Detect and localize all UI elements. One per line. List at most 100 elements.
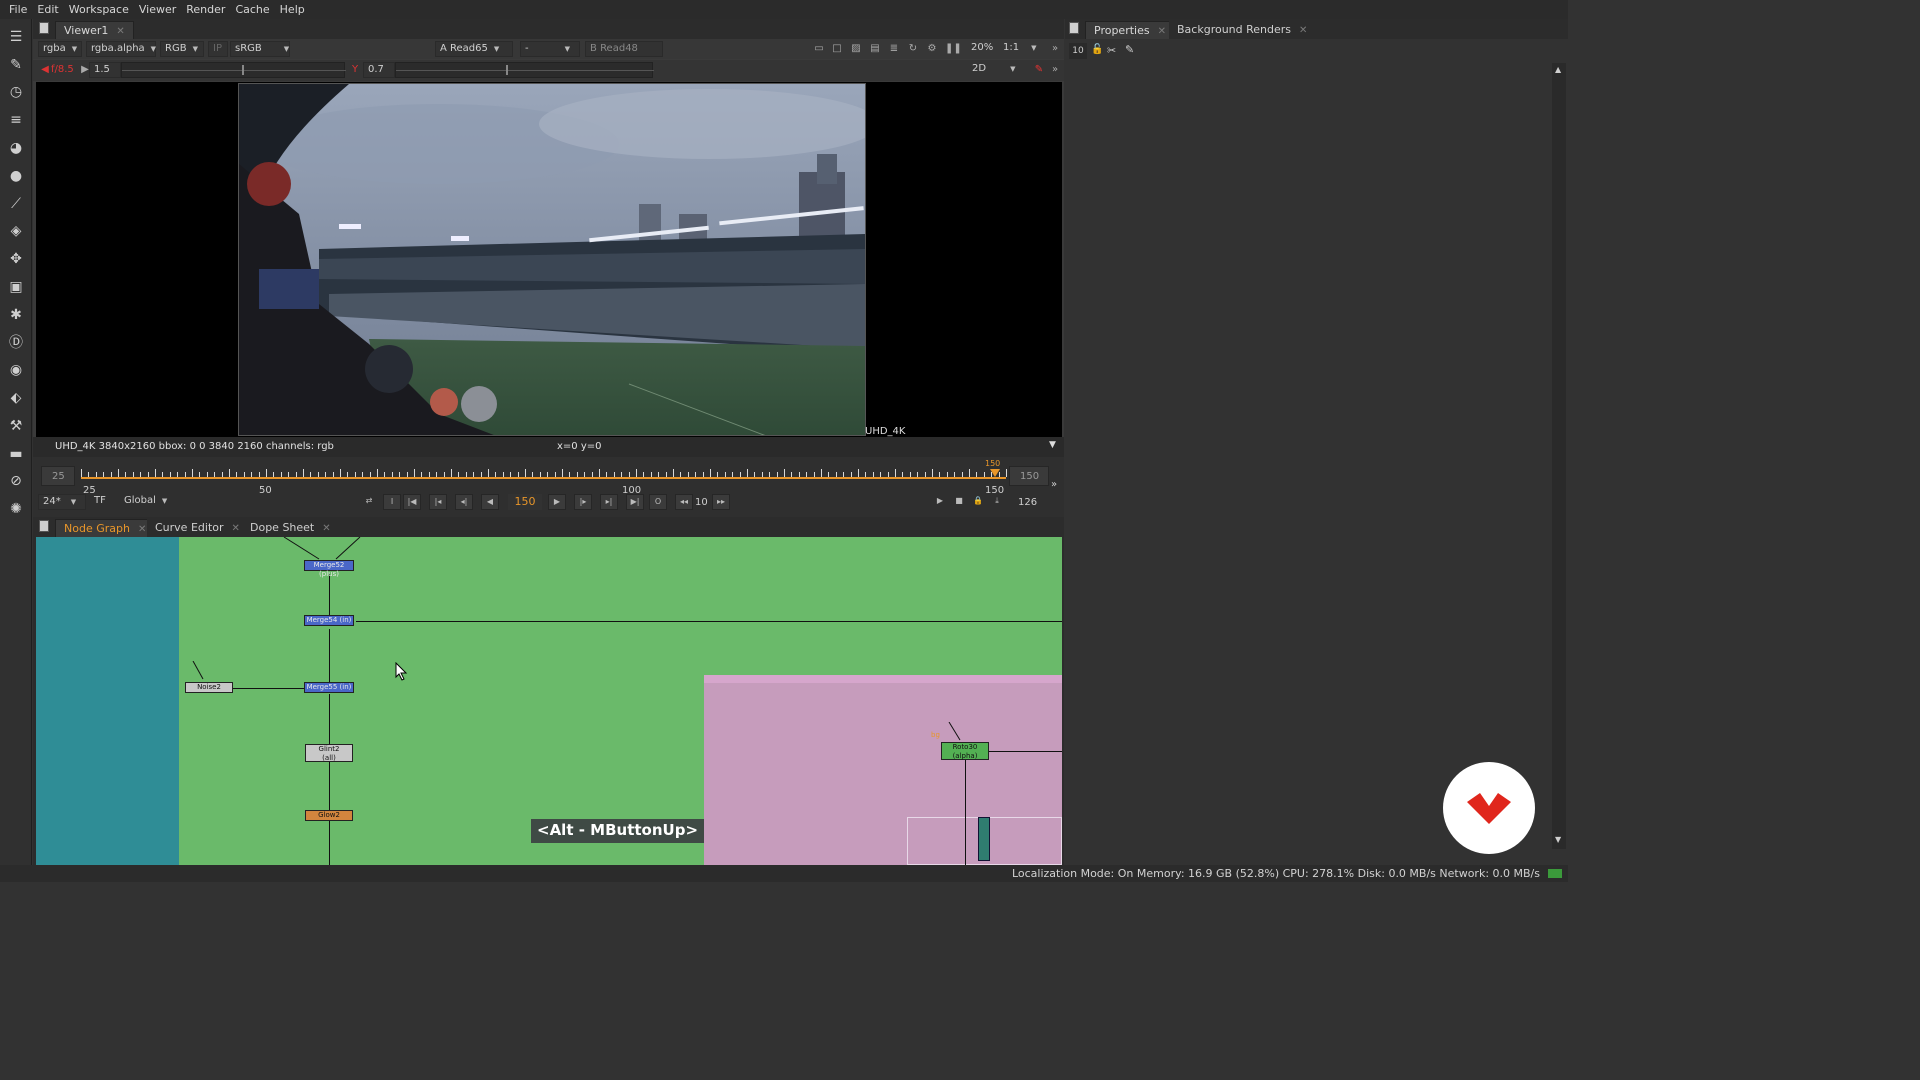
color-picker-icon[interactable]: ✎ [1033, 64, 1045, 75]
input-b-dropdown[interactable]: B Read48 [585, 41, 663, 57]
compare-mode-dropdown[interactable]: - ▼ [520, 41, 580, 57]
clock-icon[interactable]: ◷ [6, 82, 26, 102]
lock-icon[interactable]: 🔒 [969, 494, 987, 510]
node-roto30[interactable]: Roto30 (alpha) [941, 742, 989, 760]
menu-viewer[interactable]: Viewer [134, 3, 181, 16]
channels-dropdown[interactable]: rgba ▼ [38, 41, 82, 57]
tf-dropdown[interactable]: TF [90, 494, 116, 510]
input-a-dropdown[interactable]: A Read65 ▼ [435, 41, 513, 57]
keyer-icon[interactable]: ⟋ [6, 194, 26, 214]
lut-dropdown[interactable]: sRGB ▼ [230, 41, 290, 57]
loop-icon[interactable]: ⇄ [360, 494, 378, 510]
chevron-down-icon[interactable]: ▼ [1555, 835, 1561, 844]
menu-workspace[interactable]: Workspace [64, 3, 134, 16]
viewer-tools-icon[interactable]: ☰ [6, 27, 26, 47]
metadata-icon[interactable]: ⬖ [6, 388, 26, 408]
tab-dope-sheet[interactable]: Dope Sheet ✕ [242, 519, 339, 537]
views-icon[interactable]: ◉ [6, 360, 26, 380]
paint-brush-icon[interactable]: ✎ [6, 55, 26, 75]
tab-node-graph[interactable]: Node Graph ✕ [55, 519, 156, 537]
last-frame-button[interactable]: ▶| [626, 494, 644, 510]
node-merge55[interactable]: Merge55 (in) [304, 682, 354, 693]
close-icon[interactable]: ✕ [138, 524, 146, 535]
expand-icon[interactable]: » [1051, 479, 1057, 490]
deep-icon[interactable]: Ⓓ [6, 332, 26, 352]
flipbook-icon[interactable]: ▶ [931, 494, 949, 510]
3d-cube-icon[interactable]: ▣ [6, 277, 26, 297]
play-forward-button[interactable]: ▶ [548, 494, 566, 510]
menu-edit[interactable]: Edit [32, 3, 63, 16]
pane-menu-icon[interactable] [39, 22, 49, 34]
roi-icon[interactable]: ▭ [813, 43, 825, 54]
fstop-toggle-icon[interactable]: ◀ [39, 64, 51, 75]
out-point-button[interactable]: O [649, 494, 667, 510]
node-merge52[interactable]: Merge52 (plus) [304, 560, 354, 578]
alpha-channel-dropdown[interactable]: rgba.alpha ▼ [86, 41, 156, 57]
download-icon[interactable]: ⤓ [988, 494, 1006, 510]
gamma-slider-handle[interactable] [506, 65, 508, 75]
gain-slider[interactable] [121, 62, 346, 78]
node-glow2[interactable]: Glow2 [305, 810, 353, 821]
menu-help[interactable]: Help [275, 3, 310, 16]
ip-button[interactable]: IP [208, 41, 228, 57]
max-panels-field[interactable]: 10 [1069, 43, 1087, 59]
pane-menu-icon[interactable] [1069, 22, 1079, 34]
play-backward-button[interactable]: ◀ [481, 494, 499, 510]
lock-icon[interactable]: 🔓 [1091, 44, 1103, 55]
expand-icon[interactable]: » [1049, 43, 1061, 54]
end-frame-field[interactable]: 150 [1009, 466, 1049, 486]
properties-scrollbar[interactable]: ▲ ▼ [1552, 63, 1566, 849]
start-frame-field[interactable]: 25 [41, 466, 75, 486]
filter-circle-icon[interactable]: ● [6, 166, 26, 186]
next-keyframe-button[interactable]: ▸| [600, 494, 618, 510]
node-merge54[interactable]: Merge54 (in) [304, 615, 354, 626]
menu-render[interactable]: Render [181, 3, 230, 16]
next-frame-button[interactable]: |▸ [574, 494, 592, 510]
close-icon[interactable]: ✕ [116, 26, 124, 37]
proxy-dropdown[interactable]: 1:1 ▼ [999, 41, 1043, 57]
color-wheel-icon[interactable]: ◕ [6, 138, 26, 158]
transform-icon[interactable]: ✥ [6, 249, 26, 269]
range-mode-dropdown[interactable]: Global ▼ [120, 494, 174, 510]
tab-viewer1[interactable]: Viewer1 ✕ [55, 21, 134, 39]
node-collapsed-stack[interactable] [978, 817, 990, 861]
zoom-dropdown[interactable]: 20% [967, 41, 997, 57]
current-frame-field[interactable]: 150 [508, 494, 542, 510]
frame-slider[interactable]: 150 [81, 459, 1007, 483]
pane-menu-icon[interactable] [39, 520, 49, 532]
skip-back-button[interactable]: ◂◂ [675, 494, 693, 510]
backdrop-teal[interactable] [36, 537, 179, 865]
gain-slider-handle[interactable] [242, 65, 244, 75]
tab-curve-editor[interactable]: Curve Editor ✕ [147, 519, 248, 537]
node-graph-canvas[interactable]: Merge52 (plus) Merge54 (in) Merge55 (in)… [36, 537, 1062, 865]
menu-cache[interactable]: Cache [230, 3, 274, 16]
close-icon[interactable]: ✕ [322, 523, 330, 534]
in-point-button[interactable]: I [383, 494, 401, 510]
close-icon[interactable]: ✕ [1158, 26, 1166, 37]
wipe-icon[interactable]: ▨ [850, 43, 862, 54]
prev-frame-button[interactable]: ◂| [455, 494, 473, 510]
display-mode-dropdown[interactable]: RGB ▼ [160, 41, 204, 57]
layers-icon[interactable]: ◈ [6, 221, 26, 241]
tab-background-renders[interactable]: Background Renders ✕ [1169, 21, 1316, 39]
close-icon[interactable]: ✕ [232, 523, 240, 534]
pause-icon[interactable]: ❚❚ [945, 43, 962, 54]
toolsets-icon[interactable]: ⚒ [6, 416, 26, 436]
first-frame-button[interactable]: |◀ [403, 494, 421, 510]
tab-properties[interactable]: Properties ✕ [1085, 21, 1175, 39]
nuke-logo-icon[interactable]: ✺ [6, 499, 26, 519]
gear-icon[interactable]: ⚙ [926, 43, 938, 54]
scanline-icon[interactable]: ≣ [888, 43, 900, 54]
refresh-icon[interactable]: ↻ [907, 43, 919, 54]
other-icon[interactable]: ▬ [6, 444, 26, 464]
close-icon[interactable]: ✕ [1299, 25, 1307, 36]
safe-area-icon[interactable]: □ [831, 43, 843, 54]
node-noise2[interactable]: Noise2 [185, 682, 233, 693]
gain-field[interactable]: 1.5 [89, 62, 121, 78]
furnace-icon[interactable]: ⊘ [6, 471, 26, 491]
prev-keyframe-button[interactable]: |◂ [429, 494, 447, 510]
fps-dropdown[interactable]: 24* ▼ [38, 494, 86, 510]
pencil-icon[interactable]: ✎ [1125, 43, 1134, 56]
chevron-down-icon[interactable]: ▼ [1049, 440, 1056, 450]
gamma-slider[interactable] [395, 62, 654, 78]
